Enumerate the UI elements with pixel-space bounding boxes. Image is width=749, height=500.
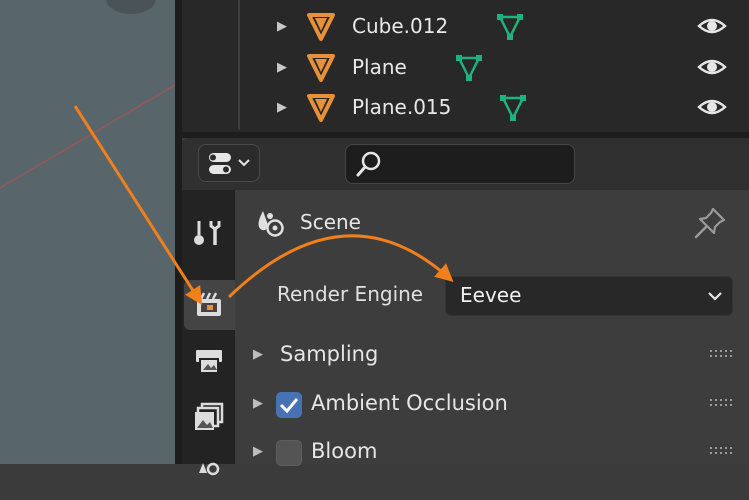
tab-output[interactable] [184,335,232,385]
object-icon [307,13,335,41]
editor-border [175,0,182,464]
panel-sampling[interactable]: ▶ Sampling [235,333,749,379]
drag-grip-icon[interactable] [709,348,733,360]
tool-icon [194,221,221,245]
outliner-row-plane-015[interactable]: ▶ Plane.015 [182,88,749,128]
render-camera-icon [197,292,221,316]
panel-title[interactable]: Sampling [280,342,378,366]
view-layer-icon [195,402,224,430]
search-icon [356,151,381,177]
mesh-data-icon[interactable] [495,12,525,42]
checkmark-icon [279,398,299,414]
mesh-data-icon[interactable] [454,53,484,83]
tab-render[interactable] [184,280,235,330]
properties-header [182,138,749,190]
outliner-row-plane[interactable]: ▶ Plane [182,48,749,88]
visibility-eye-icon[interactable] [697,14,727,38]
tab-view-layer[interactable] [184,392,232,442]
properties-tab-column [182,190,235,476]
ambient-occlusion-checkbox[interactable] [276,392,302,418]
panel-expand-arrow-icon[interactable]: ▶ [253,396,263,411]
editor-type-button[interactable] [198,144,260,182]
panel-expand-arrow-icon[interactable]: ▶ [253,347,263,362]
bloom-checkbox[interactable] [276,440,302,466]
expand-arrow-icon[interactable]: ▶ [277,100,287,115]
object-name[interactable]: Cube.012 [352,14,448,38]
panel-ambient-occlusion[interactable]: ▶ Ambient Occlusion [235,382,749,428]
object-icon [307,94,335,122]
expand-arrow-icon[interactable]: ▶ [277,19,287,34]
tab-scene[interactable] [184,450,232,500]
panel-title[interactable]: Ambient Occlusion [311,391,508,415]
panel-expand-arrow-icon[interactable]: ▶ [253,444,263,459]
scene-icon [258,211,284,237]
outliner-row-cube-012[interactable]: ▶ Cube.012 [182,7,749,47]
chevron-down-icon [708,292,722,301]
drag-grip-icon[interactable] [709,397,733,409]
pin-icon[interactable] [693,206,727,240]
object-name[interactable]: Plane.015 [352,95,451,119]
search-input[interactable] [345,144,575,184]
mesh-data-icon[interactable] [498,93,528,123]
scene-context-row: Scene [235,202,749,242]
grid-axis-line [0,84,175,189]
output-printer-icon [196,350,222,374]
render-engine-label: Render Engine [277,282,424,306]
3d-viewport[interactable] [0,0,175,464]
tab-tool[interactable] [184,208,232,258]
expand-arrow-icon[interactable]: ▶ [277,60,287,75]
panel-bloom[interactable]: ▶ Bloom [235,430,749,476]
outliner[interactable]: ▶ Cube.012 ▶ Plane ▶ Plane.015 [182,0,749,132]
visibility-eye-icon[interactable] [697,55,727,79]
object-name[interactable]: Plane [352,55,407,79]
visibility-eye-icon[interactable] [697,95,727,119]
render-engine-dropdown[interactable]: Eevee [445,276,733,316]
scene-label: Scene [300,210,361,234]
render-engine-value: Eevee [460,283,522,307]
panel-title[interactable]: Bloom [311,439,377,463]
object-icon [307,54,335,82]
properties-editor-icon [209,153,250,174]
drag-grip-icon[interactable] [709,445,733,457]
properties-main: Scene Render Engine Eevee ▶ Sampling ▶ A… [235,190,749,466]
